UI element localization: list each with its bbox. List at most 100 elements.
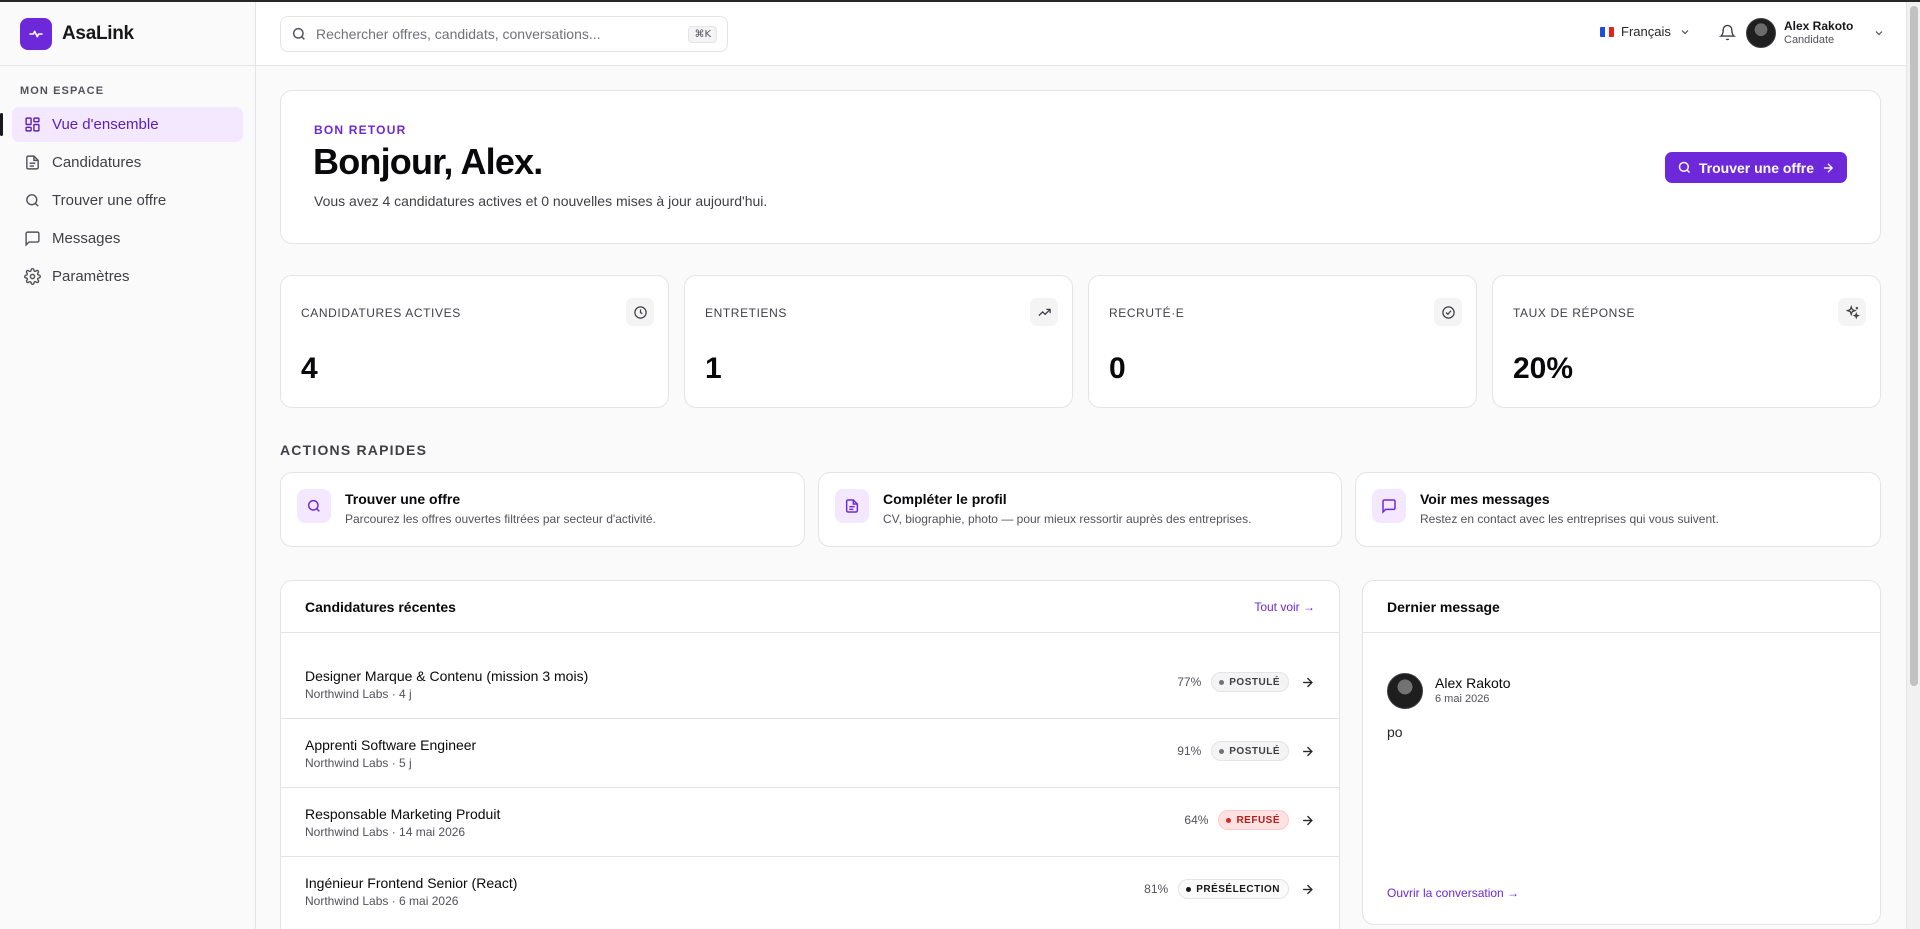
user-menu[interactable]: Alex Rakoto Candidate	[1746, 18, 1885, 48]
panel-title: Candidatures récentes	[305, 598, 456, 615]
message-date: 6 mai 2026	[1435, 692, 1490, 705]
quick-action-title: Trouver une offre	[345, 491, 461, 507]
stat-card-active-applications: CANDIDATURES ACTIVES 4	[280, 275, 669, 408]
fr-flag-icon	[1600, 26, 1614, 37]
page-scrollbar[interactable]	[1906, 2, 1920, 929]
stat-label: CANDIDATURES ACTIVES	[301, 306, 461, 320]
sidebar: AsaLink MON ESPACE Vue d'ensemble Candid…	[0, 2, 256, 929]
sidebar-item-messages[interactable]: Messages	[12, 221, 243, 256]
trending-up-icon	[1030, 298, 1058, 326]
sparkles-icon	[1838, 298, 1866, 326]
match-percent: 64%	[1184, 813, 1209, 827]
notifications-button[interactable]	[1718, 24, 1737, 44]
status-badge: PRÉSÉLECTION	[1178, 879, 1289, 899]
message-author: Alex Rakoto 6 mai 2026	[1387, 673, 1510, 709]
search-icon	[26, 194, 39, 207]
application-title: Responsable Marketing Produit	[305, 806, 501, 822]
welcome-card: BON RETOUR Bonjour, Alex. Vous avez 4 ca…	[280, 90, 1881, 244]
quick-action-find-offer[interactable]: Trouver une offre Parcourez les offres o…	[280, 472, 805, 547]
top-header: ⌘K Français Alex Rakoto Candidate	[256, 2, 1906, 66]
chevron-down-icon	[1875, 31, 1883, 36]
status-badge: POSTULÉ	[1211, 741, 1289, 761]
arrow-right-icon[interactable]	[1300, 744, 1315, 759]
find-offer-button-label: Trouver une offre	[1698, 159, 1814, 176]
open-conversation-link[interactable]: Ouvrir la conversation →	[1387, 886, 1519, 900]
hero-subtitle: Vous avez 4 candidatures actives et 0 no…	[314, 193, 768, 209]
logo-icon	[20, 17, 52, 50]
application-title: Ingénieur Frontend Senior (React)	[305, 875, 518, 891]
avatar	[1746, 18, 1776, 48]
bell-icon	[1718, 24, 1737, 41]
chevron-down-icon	[1681, 29, 1689, 34]
table-row[interactable]: Designer Marque & Contenu (mission 3 moi…	[281, 650, 1339, 719]
sidebar-nav: Vue d'ensemble Candidatures Trouver une …	[0, 107, 255, 294]
language-selector[interactable]: Français	[1600, 24, 1691, 39]
sidebar-item-label: Messages	[52, 230, 121, 247]
stat-value: 1	[705, 352, 722, 385]
stats-row: CANDIDATURES ACTIVES 4 ENTRETIENS 1 RECR…	[280, 275, 1881, 408]
brand-name: AsaLink	[62, 22, 134, 44]
stat-value: 20%	[1513, 352, 1574, 385]
table-row[interactable]: Responsable Marketing Produit Northwind …	[281, 788, 1339, 857]
stat-label: RECRUTÉ·E	[1109, 306, 1185, 320]
arrow-right-icon[interactable]	[1300, 813, 1315, 828]
search-box[interactable]: ⌘K	[280, 16, 728, 52]
stat-label: TAUX DE RÉPONSE	[1513, 306, 1636, 320]
hero-eyebrow: BON RETOUR	[314, 123, 407, 137]
table-row[interactable]: Apprenti Software Engineer Northwind Lab…	[281, 719, 1339, 788]
quick-action-title: Compléter le profil	[883, 491, 1007, 507]
application-title: Apprenti Software Engineer	[305, 737, 477, 753]
message-icon	[25, 231, 40, 247]
match-percent: 77%	[1177, 675, 1202, 689]
quick-actions-title: ACTIONS RAPIDES	[280, 442, 428, 458]
sidebar-item-overview[interactable]: Vue d'ensemble	[0, 107, 243, 142]
grid-icon	[25, 117, 40, 132]
document-icon	[835, 489, 869, 523]
application-meta: Northwind Labs · 6 mai 2026	[305, 894, 459, 908]
message-icon	[1372, 489, 1406, 523]
sidebar-item-label: Vue d'ensemble	[52, 116, 159, 133]
sidebar-item-label: Paramètres	[52, 268, 130, 285]
brand[interactable]: AsaLink	[0, 2, 255, 66]
user-name: Alex Rakoto	[1784, 18, 1854, 33]
search-icon	[292, 27, 305, 40]
search-icon	[1678, 161, 1690, 174]
quick-action-desc: Parcourez les offres ouvertes filtrées p…	[345, 512, 656, 526]
match-percent: 81%	[1144, 882, 1169, 896]
scrollbar-thumb[interactable]	[1910, 6, 1918, 686]
check-circle-icon	[1434, 298, 1462, 326]
arrow-right-icon[interactable]	[1300, 882, 1315, 897]
application-title: Designer Marque & Contenu (mission 3 moi…	[305, 668, 589, 684]
sidebar-item-settings[interactable]: Paramètres	[12, 259, 243, 294]
stat-label: ENTRETIENS	[705, 306, 788, 320]
last-message-panel: Dernier message Alex Rakoto 6 mai 2026 p…	[1362, 580, 1881, 925]
see-all-link[interactable]: Tout voir →	[1254, 600, 1315, 614]
sidebar-item-label: Candidatures	[52, 154, 142, 171]
stat-card-hired: RECRUTÉ·E 0	[1088, 275, 1477, 408]
table-row[interactable]: Ingénieur Frontend Senior (React) Northw…	[281, 857, 1339, 926]
sidebar-item-applications[interactable]: Candidatures	[12, 145, 243, 180]
stat-value: 0	[1109, 352, 1126, 385]
quick-actions: Trouver une offre Parcourez les offres o…	[280, 472, 1881, 547]
quick-action-complete-profile[interactable]: Compléter le profil CV, biographie, phot…	[818, 472, 1342, 547]
sidebar-item-find-offer[interactable]: Trouver une offre	[12, 183, 243, 218]
stat-card-response-rate: TAUX DE RÉPONSE 20%	[1492, 275, 1881, 408]
search-icon	[297, 489, 331, 523]
application-meta: Northwind Labs · 14 mai 2026	[305, 825, 466, 839]
application-meta: Northwind Labs · 5 j	[305, 756, 412, 770]
message-body: po	[1387, 724, 1403, 740]
match-percent: 91%	[1177, 744, 1202, 758]
stat-card-interviews: ENTRETIENS 1	[684, 275, 1073, 408]
search-input[interactable]	[316, 26, 689, 42]
gear-icon	[24, 268, 41, 285]
user-role: Candidate	[1784, 33, 1835, 46]
search-shortcut: ⌘K	[688, 25, 717, 43]
document-icon	[26, 155, 39, 170]
quick-action-messages[interactable]: Voir mes messages Restez en contact avec…	[1355, 472, 1881, 547]
message-author-name: Alex Rakoto	[1435, 675, 1511, 692]
quick-action-title: Voir mes messages	[1420, 491, 1550, 507]
clock-icon	[626, 298, 654, 326]
find-offer-button[interactable]: Trouver une offre	[1664, 152, 1847, 183]
arrow-right-icon[interactable]	[1300, 675, 1315, 690]
sidebar-item-label: Trouver une offre	[52, 192, 167, 209]
